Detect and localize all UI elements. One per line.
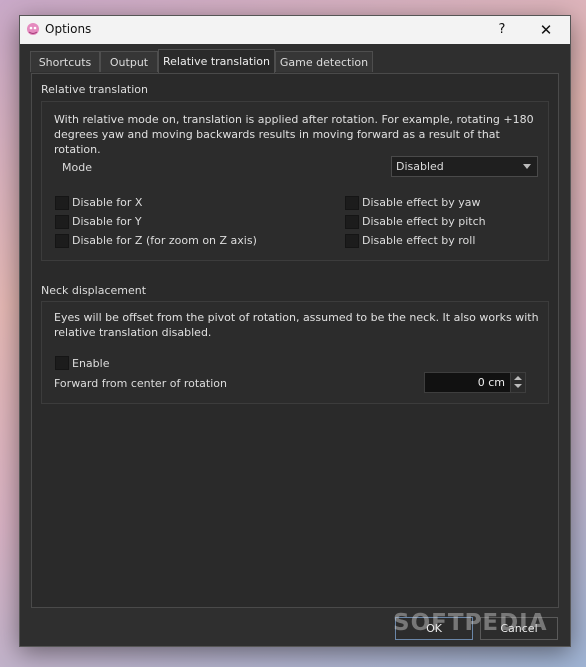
app-icon	[27, 23, 39, 35]
disable-y-checkbox[interactable]	[55, 215, 69, 229]
disable-x-label: Disable for X	[72, 196, 143, 209]
disable-pitch-label: Disable effect by pitch	[362, 215, 486, 228]
disable-pitch-checkbox[interactable]	[345, 215, 359, 229]
disable-roll-label: Disable effect by roll	[362, 234, 476, 247]
disable-yaw-label: Disable effect by yaw	[362, 196, 481, 209]
tab-shortcuts[interactable]: Shortcuts	[30, 51, 100, 72]
forward-label: Forward from center of rotation	[54, 377, 227, 390]
chevron-down-icon	[523, 164, 531, 169]
tab-relative-translation[interactable]: Relative translation	[158, 49, 275, 73]
neck-displacement-description: Eyes will be offset from the pivot of ro…	[54, 311, 539, 339]
relative-translation-group: With relative mode on, translation is ap…	[41, 101, 549, 261]
title-bar: Options ? ✕	[20, 16, 570, 44]
disable-z-label: Disable for Z (for zoom on Z axis)	[72, 234, 257, 247]
help-button[interactable]: ?	[482, 16, 522, 44]
close-button[interactable]: ✕	[526, 16, 566, 44]
neck-displacement-title: Neck displacement	[41, 284, 147, 297]
disable-x-checkbox[interactable]	[55, 196, 69, 210]
tab-output[interactable]: Output	[100, 51, 158, 72]
disable-z-checkbox[interactable]	[55, 234, 69, 248]
forward-spinbox[interactable]: 0 cm	[424, 372, 526, 393]
mode-value: Disabled	[396, 160, 444, 173]
forward-value: 0 cm	[477, 376, 505, 389]
disable-roll-checkbox[interactable]	[345, 234, 359, 248]
spin-buttons[interactable]	[510, 373, 525, 392]
options-dialog: Options ? ✕ Shortcuts Output Relative tr…	[19, 15, 571, 647]
neck-displacement-group: Eyes will be offset from the pivot of ro…	[41, 301, 549, 404]
relative-translation-title: Relative translation	[41, 83, 149, 96]
mode-label: Mode	[62, 161, 92, 174]
tab-content: Relative translation With relative mode …	[31, 73, 559, 608]
enable-label: Enable	[72, 357, 110, 370]
enable-checkbox[interactable]	[55, 356, 69, 370]
relative-translation-description: With relative mode on, translation is ap…	[54, 113, 534, 156]
disable-y-label: Disable for Y	[72, 215, 142, 228]
softpedia-watermark: SOFTPEDIA	[393, 610, 548, 636]
disable-yaw-checkbox[interactable]	[345, 196, 359, 210]
chevron-down-icon[interactable]	[514, 384, 522, 388]
tab-game-detection[interactable]: Game detection	[275, 51, 373, 72]
mode-select[interactable]: Disabled	[391, 156, 538, 177]
window-title: Options	[45, 22, 92, 36]
chevron-up-icon[interactable]	[514, 376, 522, 380]
